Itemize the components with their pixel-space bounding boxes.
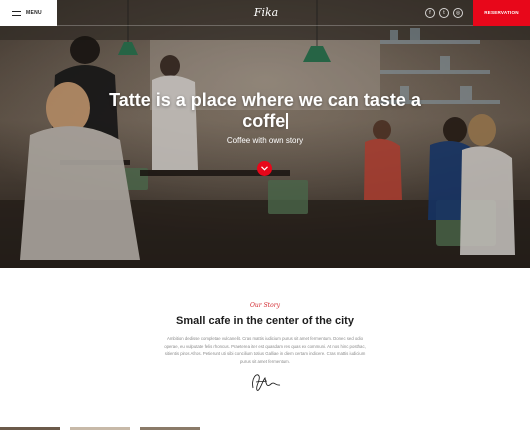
reservation-button[interactable]: RESERVATION [473, 0, 530, 26]
typing-caret [286, 113, 288, 129]
hero-title: Tatte is a place where we can taste a co… [90, 90, 440, 132]
hero-section: MENU Fika f t ◎ RESERVATION Tatte is a p… [0, 0, 530, 268]
instagram-icon[interactable]: ◎ [453, 8, 463, 18]
signature-image [252, 374, 281, 391]
story-kicker: Our Story [250, 302, 280, 309]
hero-title-text: Tatte is a place where we can taste a co… [109, 90, 421, 131]
facebook-icon[interactable]: f [425, 8, 435, 18]
twitter-icon[interactable]: t [439, 8, 449, 18]
hamburger-icon [12, 10, 21, 16]
brand-logo[interactable]: Fika [246, 6, 286, 19]
menu-label: MENU [26, 10, 42, 16]
chevron-down-icon [261, 166, 268, 171]
menu-button[interactable]: MENU [0, 0, 57, 26]
hero-background-image [0, 0, 530, 268]
top-navigation-bar: MENU Fika f t ◎ RESERVATION [0, 0, 530, 26]
top-divider-line [57, 25, 473, 26]
story-body: Ambition dedisse completae vulcanelit. C… [164, 336, 366, 364]
story-title: Small cafe in the center of the city [176, 315, 354, 327]
hero-subtitle: Coffee with own story [226, 136, 304, 145]
scroll-down-button[interactable] [257, 161, 272, 176]
